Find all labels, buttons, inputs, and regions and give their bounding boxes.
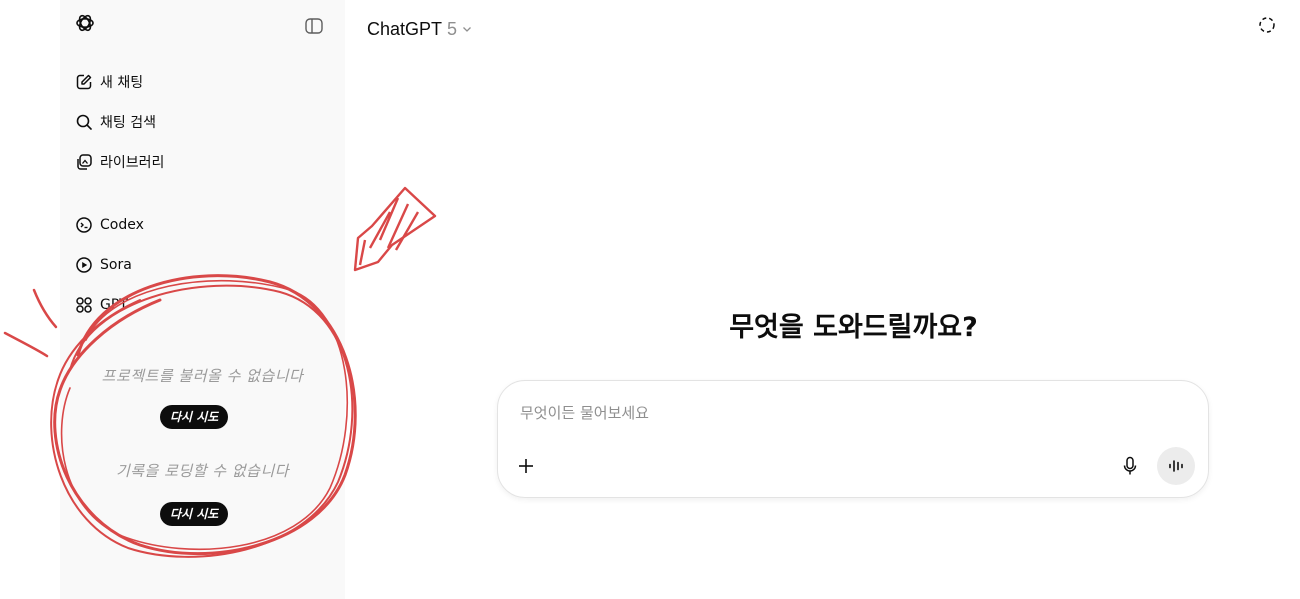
- projects-error-message: 프로젝트를 불러올 수 없습니다: [101, 367, 304, 385]
- chat-composer[interactable]: 무엇이든 물어보세요: [497, 380, 1209, 498]
- annotation-arrow: [353, 186, 437, 272]
- sidebar-item-label: GPT: [100, 297, 128, 313]
- gpts-icon: [74, 295, 94, 315]
- model-version: 5: [447, 18, 458, 39]
- sora-icon: [74, 255, 94, 275]
- temporary-chat-icon[interactable]: [1256, 14, 1278, 36]
- codex-icon: [74, 215, 94, 235]
- plus-icon[interactable]: [514, 454, 538, 478]
- model-name: ChatGPT: [367, 18, 443, 39]
- mic-icon[interactable]: [1118, 454, 1142, 478]
- top-bar: ChatGPT 5: [345, 0, 1300, 56]
- sidebar-item-label: Codex: [100, 217, 144, 233]
- voice-mode-icon: [1169, 460, 1183, 472]
- library-icon: [74, 152, 94, 172]
- prompt-input[interactable]: 무엇이든 물어보세요: [520, 402, 649, 423]
- sidebar: 새 채팅 채팅 검색 라이브러리 Codex Sora GPT 프로젝트를 불러…: [60, 0, 345, 599]
- history-retry-button[interactable]: 다시 시도: [160, 502, 229, 526]
- sidebar-item-label: Sora: [100, 257, 132, 273]
- sidebar-item-sora[interactable]: Sora: [72, 250, 332, 280]
- chevron-down-icon: [461, 23, 473, 35]
- sidebar-item-label: 라이브러리: [100, 155, 165, 171]
- sidebar-item-label: 새 채팅: [100, 75, 144, 91]
- left-gutter: [0, 0, 60, 599]
- sidebar-toggle-icon[interactable]: [305, 18, 323, 34]
- voice-mode-button[interactable]: [1157, 447, 1195, 485]
- openai-logo-icon[interactable]: [73, 11, 97, 35]
- model-selector[interactable]: ChatGPT 5: [367, 17, 473, 41]
- sidebar-item-gpts[interactable]: GPT: [72, 290, 332, 320]
- projects-retry-button[interactable]: 다시 시도: [160, 405, 229, 429]
- sidebar-item-library[interactable]: 라이브러리: [72, 147, 332, 177]
- page-title: 무엇을 도와드릴까요?: [729, 312, 978, 343]
- history-error-message: 기록을 로딩할 수 없습니다: [115, 462, 290, 480]
- search-icon: [74, 112, 94, 132]
- sidebar-top: [60, 0, 345, 52]
- sidebar-item-codex[interactable]: Codex: [72, 210, 332, 240]
- sidebar-item-search-chats[interactable]: 채팅 검색: [72, 107, 332, 137]
- sidebar-item-label: 채팅 검색: [100, 115, 156, 131]
- new-chat-icon: [74, 72, 94, 92]
- sidebar-item-new-chat[interactable]: 새 채팅: [72, 67, 332, 97]
